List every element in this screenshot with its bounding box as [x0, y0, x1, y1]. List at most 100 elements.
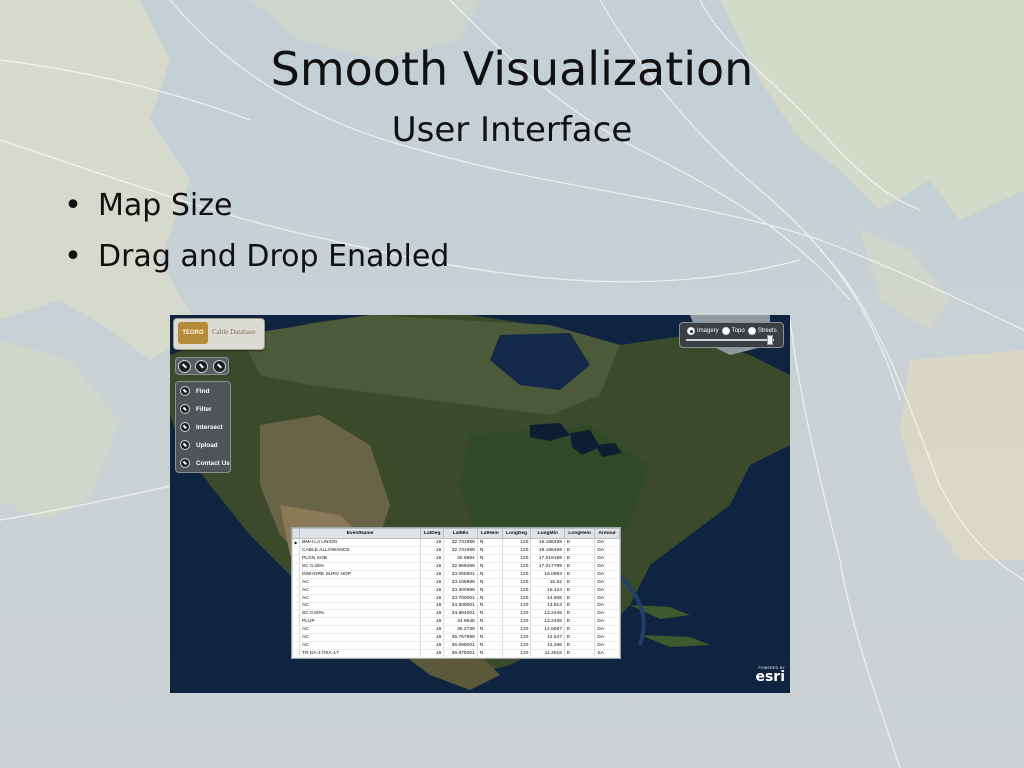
transparency-slider-track[interactable]: [686, 339, 774, 341]
table-row[interactable]: SC 0.50% 16 34.984001 N 120 13.2445 E DA: [292, 609, 620, 619]
table-cell: E: [563, 633, 596, 643]
column-header[interactable]: EventName: [299, 528, 421, 539]
zoom-out-tool-button[interactable]: [212, 359, 226, 373]
row-selector[interactable]: [292, 554, 300, 563]
column-header[interactable]: LongHem: [563, 528, 596, 539]
table-cell: N: [476, 602, 503, 611]
table-cell: AC: [299, 633, 421, 643]
row-selector[interactable]: [292, 586, 300, 595]
menu-arrow-icon: [180, 440, 190, 450]
table-cell: BMH LA UNION: [299, 538, 421, 547]
column-header[interactable]: LatHem: [476, 528, 503, 539]
row-selector[interactable]: ▶: [292, 538, 300, 547]
table-cell: 32.959499: [443, 562, 478, 571]
menu-arrow-icon: [180, 458, 190, 468]
table-cell: 120: [501, 609, 532, 619]
row-selector[interactable]: [292, 546, 300, 555]
menu-item-label: Find: [196, 387, 210, 395]
row-selector[interactable]: [292, 578, 300, 587]
table-cell: 120: [501, 562, 532, 571]
menu-item-label: Filter: [196, 405, 212, 413]
table-row[interactable]: AC 16 33.700001 N 120 14.606 E DA: [292, 594, 620, 603]
column-header[interactable]: LongDeg: [501, 528, 532, 539]
bullet-item: • Drag and Drop Enabled: [62, 239, 449, 274]
table-cell: N: [476, 649, 503, 659]
pan-tool-button[interactable]: [178, 359, 192, 373]
table-cell: N: [476, 641, 503, 651]
table-cell: N: [476, 625, 503, 635]
table-cell: 13.913: [530, 602, 565, 611]
table-cell: 34.984001: [443, 609, 478, 619]
zoom-in-tool-button[interactable]: [195, 359, 209, 373]
bullet-list: • Map Size • Drag and Drop Enabled: [62, 188, 449, 290]
column-header[interactable]: LatMin: [443, 528, 478, 539]
table-cell: 16: [419, 641, 445, 651]
table-cell: 16: [419, 570, 445, 579]
table-row[interactable]: CABLE ALLOWANCE 16 32.731998 N 120 19.186499 E…: [292, 546, 620, 555]
table-row[interactable]: TR DA-17/SA-17 16 36.875001 N 120 11.3016 E SA: [292, 649, 620, 659]
table-cell: DA: [594, 641, 620, 651]
row-selector[interactable]: [292, 641, 300, 651]
table-cell: 11.3016: [530, 649, 565, 659]
menu-item-contact-us[interactable]: Contact Us: [180, 456, 230, 470]
table-cell: SC 0.25%: [299, 562, 421, 571]
basemap-switcher: Imagery Topo Streets: [679, 322, 784, 348]
row-selector[interactable]: [292, 617, 300, 627]
table-cell: N: [476, 538, 503, 547]
table-row[interactable]: INSHORE SURV HOP 16 33.055801 N 120 16.0993 E D…: [292, 570, 620, 579]
bullet-text: Map Size: [98, 188, 233, 223]
radio-imagery[interactable]: [687, 327, 695, 335]
radio-topo[interactable]: [721, 327, 730, 335]
table-body: ▶ BMH LA UNION 16 32.731998 N 120 19.186499 E DA…: [292, 538, 620, 659]
row-selector[interactable]: [292, 602, 300, 611]
table-cell: 16: [419, 562, 445, 571]
menu-item-filter[interactable]: Filter: [180, 402, 212, 416]
row-selector[interactable]: [292, 570, 300, 579]
table-row[interactable]: AC 16 35.2739 N 120 12.6067 E DA: [292, 625, 620, 635]
radio-label: Streets: [757, 328, 777, 334]
row-selector[interactable]: [292, 633, 300, 643]
radio-label: Topo: [731, 328, 745, 334]
table-cell: 13.2436: [530, 617, 565, 627]
table-row[interactable]: PLUP 16 34.9645 N 120 13.2436 E DA: [292, 617, 620, 627]
table-row[interactable]: AC 16 33.300999 N 120 15.124 E DA: [292, 586, 620, 595]
radio-streets[interactable]: [747, 327, 756, 335]
event-data-grid[interactable]: EventName LatDeg LatMin LatHem LongDeg L…: [291, 527, 621, 660]
table-cell: 120: [501, 617, 532, 627]
column-header[interactable]: LatDeg: [419, 528, 445, 539]
table-row[interactable]: SC 0.25% 16 32.959499 N 120 17.017799 E DA: [292, 562, 620, 571]
table-cell: AC: [299, 586, 421, 595]
row-selector[interactable]: [292, 625, 300, 635]
column-header[interactable]: LongMin: [530, 528, 565, 539]
transparency-slider-handle[interactable]: [767, 335, 773, 345]
row-selector[interactable]: [292, 649, 300, 659]
table-cell: 34.9645: [443, 617, 478, 627]
table-row[interactable]: AC 16 34.609001 N 120 13.913 E DA: [292, 602, 620, 611]
table-row[interactable]: AC 16 33.105999 N 120 15.62 E DA: [292, 578, 620, 587]
table-cell: 16: [419, 617, 445, 627]
table-cell: 19.186499: [530, 546, 565, 555]
table-cell: 16: [419, 609, 445, 619]
table-cell: 16: [419, 649, 445, 659]
table-cell: 34.609001: [443, 602, 478, 611]
column-header[interactable]: Armour: [594, 528, 620, 539]
table-cell: E: [563, 586, 596, 595]
menu-item-intersect[interactable]: Intersect: [180, 420, 223, 434]
table-row[interactable]: ▶ BMH LA UNION 16 32.731998 N 120 19.186499 E DA: [292, 538, 620, 547]
table-cell: 12.6067: [530, 625, 565, 635]
table-row[interactable]: AC 16 35.757999 N 120 12.547 E DA: [292, 633, 620, 643]
table-cell: 19.186499: [530, 538, 565, 547]
menu-item-upload[interactable]: Upload: [180, 438, 218, 452]
row-selector[interactable]: [292, 609, 300, 619]
table-row[interactable]: AC 16 36.096001 N 120 12.286 E DA: [292, 641, 620, 651]
table-cell: 12.286: [530, 641, 565, 651]
table-cell: 120: [501, 554, 532, 563]
table-cell: 120: [501, 594, 532, 603]
bullet-dot: •: [64, 239, 82, 274]
row-selector[interactable]: [292, 594, 300, 603]
table-cell: 35.2739: [443, 625, 478, 635]
row-selector[interactable]: [292, 562, 300, 571]
table-cell: E: [563, 649, 596, 659]
menu-item-find[interactable]: Find: [180, 384, 210, 398]
table-row[interactable]: PLGN SOB 16 32.9594 N 120 17.019199 E DA: [292, 554, 620, 563]
